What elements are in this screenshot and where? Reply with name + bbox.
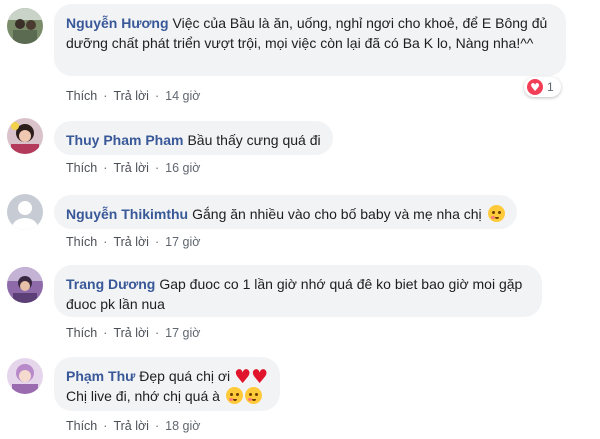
- comment-bubble: Thuy Pham Pham Bầu thấy cưng quá đi: [54, 121, 333, 155]
- reaction-summary[interactable]: ♥ 1: [524, 77, 561, 97]
- comment-actions: Thích · Trả lời · 14 giờ: [66, 89, 201, 103]
- comment-actions: Thích · Trả lời · 16 giờ: [66, 161, 201, 175]
- comment-bubble: Trang Dương Gap đuoc co 1 lần giờ nhớ quá…: [54, 265, 542, 317]
- reply-link[interactable]: Trả lời: [113, 419, 149, 433]
- heart-reaction-icon: ♥: [527, 79, 543, 95]
- like-link[interactable]: Thích: [66, 89, 97, 103]
- smiling-face-with-hearts-icon: [487, 205, 505, 222]
- like-link[interactable]: Thích: [66, 326, 97, 340]
- comment-bubble: Nguyễn Thikimthu Gắng ăn nhiều vào cho bố…: [54, 195, 517, 229]
- comment-author-link[interactable]: Thuy Pham Pham: [66, 132, 183, 148]
- comment-bubble: Nguyễn Hương Việc của Bầu là ăn, uống, ng…: [54, 4, 566, 76]
- comment-author-link[interactable]: Nguyễn Hương: [66, 15, 169, 31]
- avatar[interactable]: [7, 8, 43, 44]
- comment-text: Bầu thấy cưng quá đi: [187, 132, 321, 148]
- comment-author-link[interactable]: Phạm Thư: [66, 368, 135, 384]
- reply-link[interactable]: Trả lời: [113, 235, 149, 249]
- comment-actions: Thích · Trả lời · 17 giờ: [66, 235, 201, 249]
- comment-author-link[interactable]: Trang Dương: [66, 276, 155, 292]
- comment-time[interactable]: 17 giờ: [165, 326, 200, 340]
- default-avatar-icon[interactable]: [7, 194, 43, 230]
- comment-actions: Thích · Trả lời · 18 giờ: [66, 419, 201, 433]
- kiss-face-icon: [244, 387, 262, 404]
- like-link[interactable]: Thích: [66, 235, 97, 249]
- avatar[interactable]: [7, 358, 43, 394]
- comment-actions: Thích · Trả lời · 17 giờ: [66, 326, 201, 340]
- reply-link[interactable]: Trả lời: [113, 89, 149, 103]
- comment-bubble: Phạm Thư Đẹp quá chị ơi ♥♥ Chị live đi, n…: [54, 357, 281, 411]
- avatar[interactable]: [7, 267, 43, 303]
- comment-time[interactable]: 14 giờ: [165, 89, 200, 103]
- comment-time[interactable]: 18 giờ: [165, 419, 200, 433]
- red-heart-icon: ♥: [251, 366, 269, 388]
- comment-text-line1: Đẹp quá chị ơi: [139, 368, 231, 384]
- comment-time[interactable]: 17 giờ: [165, 235, 200, 249]
- like-link[interactable]: Thích: [66, 419, 97, 433]
- reply-link[interactable]: Trả lời: [113, 326, 149, 340]
- like-link[interactable]: Thích: [66, 161, 97, 175]
- kiss-face-icon: [225, 387, 243, 404]
- comment-time[interactable]: 16 giờ: [165, 161, 200, 175]
- reply-link[interactable]: Trả lời: [113, 161, 149, 175]
- reaction-count: 1: [547, 80, 554, 94]
- comment-text: Gắng ăn nhiều vào cho bố baby và mẹ nha …: [192, 206, 482, 222]
- comment-author-link[interactable]: Nguyễn Thikimthu: [66, 206, 188, 222]
- red-heart-icon: ♥: [234, 366, 252, 388]
- comment-text-line2: Chị live đi, nhớ chị quá à: [66, 388, 220, 404]
- avatar[interactable]: [7, 118, 43, 154]
